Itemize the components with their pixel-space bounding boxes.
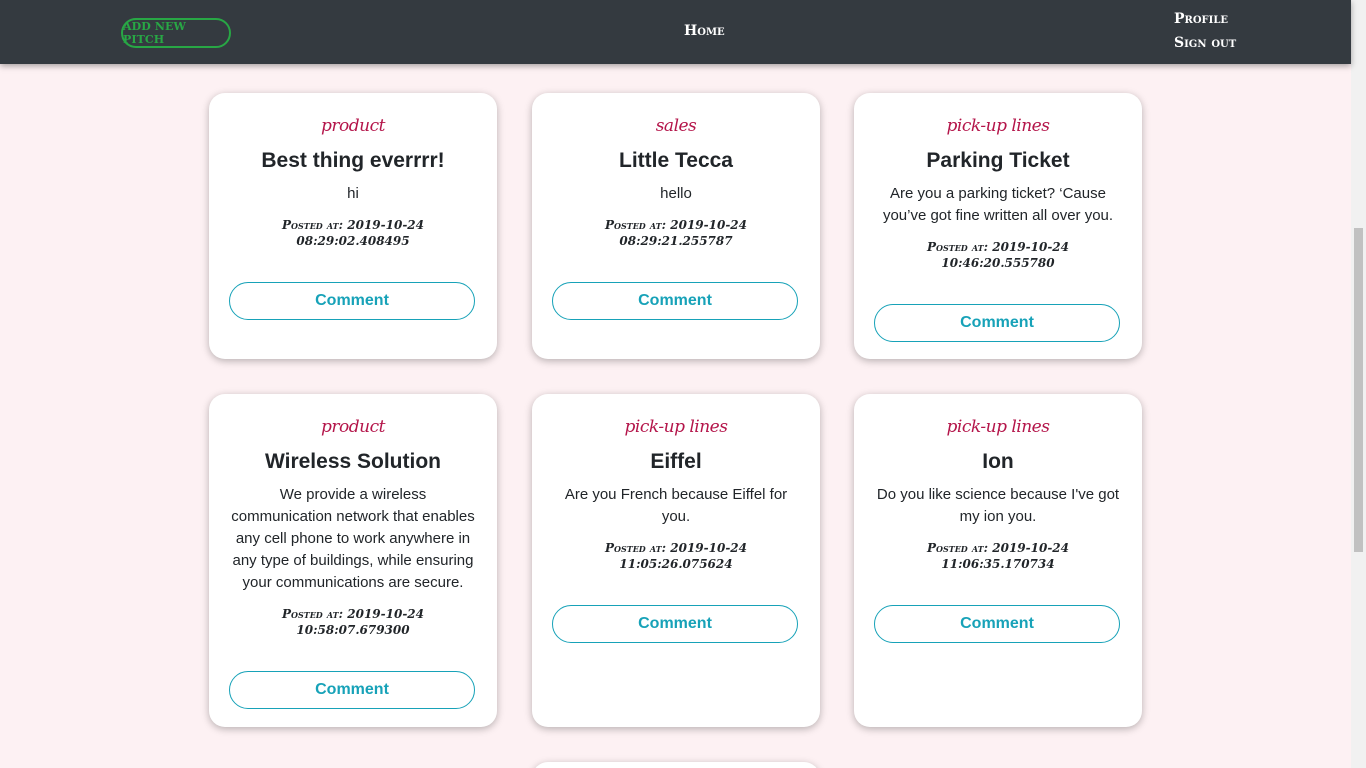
pitch-posted-at: Posted at: 2019-10-24 08:29:02.408495 xyxy=(229,217,477,249)
pitch-card: product Wireless Solution We provide a w… xyxy=(209,394,497,727)
posted-at-label: Posted at: xyxy=(604,218,667,232)
vertical-scrollbar[interactable] xyxy=(1351,0,1366,768)
pitch-title: Best thing everrrr! xyxy=(261,149,445,172)
nav-home-link[interactable]: Home xyxy=(684,23,725,39)
pitch-category: pick-up lines xyxy=(946,116,1050,136)
pitch-body: Are you a parking ticket? ‘Cause you’ve … xyxy=(882,185,1114,224)
posted-at-label: Posted at: xyxy=(604,541,667,555)
pitch-body: We provide a wireless communication netw… xyxy=(231,486,475,591)
pitch-title: Wireless Solution xyxy=(264,450,441,473)
scrollbar-thumb[interactable] xyxy=(1354,228,1363,552)
navbar: ADD NEW PITCH Home Profile Sign out xyxy=(0,0,1351,64)
pitch-body: Do you like science because I've got my … xyxy=(876,486,1120,525)
pitch-card: pick-up lines Parking Ticket Are you a p… xyxy=(854,93,1142,359)
posted-at-label: Posted at: xyxy=(926,541,989,555)
comment-button[interactable]: Comment xyxy=(229,671,475,709)
pitch-title: Eiffel xyxy=(650,450,702,473)
pitch-category: product xyxy=(321,417,385,437)
pitch-card-partial xyxy=(532,762,820,768)
pitch-category: pick-up lines xyxy=(946,417,1050,437)
pitch-title: Ion xyxy=(982,450,1014,473)
pitch-posted-at: Posted at: 2019-10-24 11:06:35.170734 xyxy=(874,540,1122,572)
pitch-body: Are you French because Eiffel for you. xyxy=(564,486,788,525)
add-new-pitch-button[interactable]: ADD NEW PITCH xyxy=(121,18,231,48)
pitch-card: sales Little Tecca hello Posted at: 2019… xyxy=(532,93,820,359)
pitch-category: product xyxy=(321,116,385,136)
pitch-posted-at: Posted at: 2019-10-24 10:58:07.679300 xyxy=(229,606,477,638)
comment-button[interactable]: Comment xyxy=(229,282,475,320)
posted-at-label: Posted at: xyxy=(281,218,344,232)
pitch-card: pick-up lines Eiffel Are you French beca… xyxy=(532,394,820,727)
pitch-card: pick-up lines Ion Do you like science be… xyxy=(854,394,1142,727)
pitch-posted-at: Posted at: 2019-10-24 10:46:20.555780 xyxy=(874,239,1122,271)
nav-profile-link[interactable]: Profile xyxy=(1174,11,1228,27)
pitch-card: product Best thing everrrr! hi Posted at… xyxy=(209,93,497,359)
posted-at-label: Posted at: xyxy=(926,240,989,254)
nav-sign-out-link[interactable]: Sign out xyxy=(1174,35,1236,51)
pitch-category: sales xyxy=(655,116,697,136)
pitch-body: hello xyxy=(660,185,692,202)
pitch-title: Parking Ticket xyxy=(926,149,1070,172)
comment-button[interactable]: Comment xyxy=(874,304,1120,342)
pitch-body: hi xyxy=(347,185,359,202)
pitch-category: pick-up lines xyxy=(624,417,728,437)
comment-button[interactable]: Comment xyxy=(552,605,798,643)
pitch-posted-at: Posted at: 2019-10-24 11:05:26.075624 xyxy=(552,540,800,572)
comment-button[interactable]: Comment xyxy=(874,605,1120,643)
pitch-posted-at: Posted at: 2019-10-24 08:29:21.255787 xyxy=(552,217,800,249)
pitch-title: Little Tecca xyxy=(619,149,733,172)
comment-button[interactable]: Comment xyxy=(552,282,798,320)
posted-at-label: Posted at: xyxy=(281,607,344,621)
